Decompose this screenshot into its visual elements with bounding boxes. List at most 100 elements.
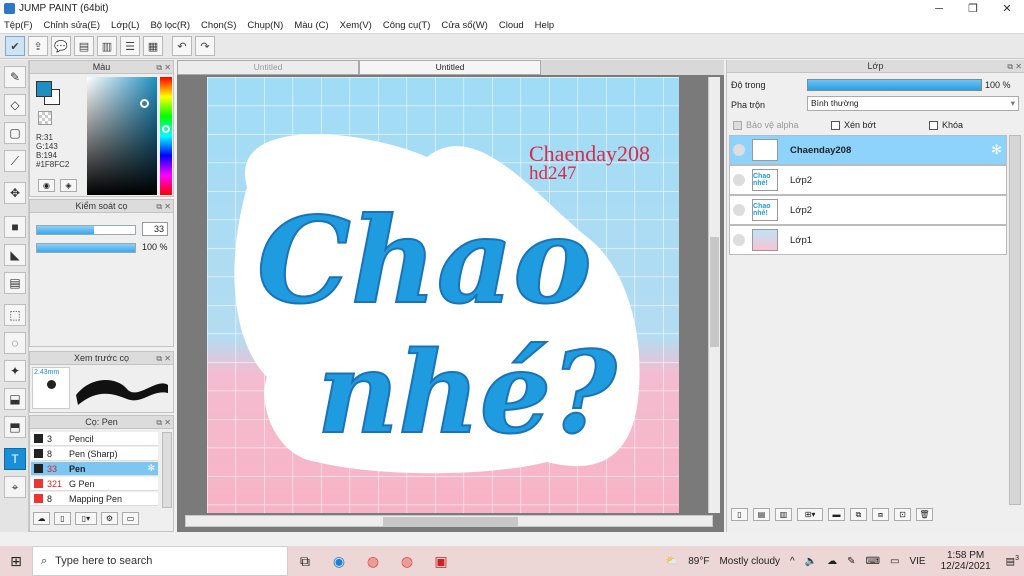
brush-size-input[interactable]: 33 — [142, 222, 168, 236]
brush-opacity-slider[interactable] — [36, 243, 136, 253]
layer-visibility-icon[interactable] — [733, 174, 745, 186]
close-button[interactable]: ✕ — [990, 0, 1024, 17]
vertical-scrollbar[interactable] — [708, 77, 720, 513]
menu-edit[interactable]: Chỉnh sửa(E) — [44, 20, 101, 31]
brush-size-slider[interactable] — [36, 225, 136, 235]
brush-list-scrollbar[interactable] — [162, 432, 172, 508]
marquee-tool-icon[interactable]: ⬚ — [4, 304, 26, 326]
weather-icon[interactable]: ⛅ — [666, 556, 678, 567]
layer-row[interactable]: Lớp1 — [729, 225, 1007, 255]
pen-tray-icon[interactable]: ✎ — [847, 556, 855, 567]
palette-icon[interactable]: ◉ — [38, 179, 55, 192]
new-layer-icon[interactable]: ▯ — [731, 508, 748, 521]
gradient-tool-icon[interactable]: ▤ — [4, 272, 26, 294]
color-mixer-icon[interactable]: ◈ — [60, 179, 77, 192]
export-icon[interactable]: ⇪ — [28, 36, 48, 56]
hue-slider[interactable] — [160, 77, 172, 195]
panel-close-icon[interactable]: ⧉ ✕ — [156, 62, 171, 74]
grid-icon[interactable]: ▦ — [143, 36, 163, 56]
menu-capture[interactable]: Chụp(N) — [247, 20, 283, 31]
brush-cloud-icon[interactable]: ☁ — [33, 512, 50, 525]
menu-window[interactable]: Cửa sổ(W) — [441, 20, 487, 31]
delete-layer-icon[interactable]: 🗑 — [916, 508, 933, 521]
layer-visibility-icon[interactable] — [733, 204, 745, 216]
protect-alpha-option[interactable]: Bảo vệ alpha — [733, 120, 799, 130]
merge-layer-icon[interactable]: ⧈ — [872, 508, 889, 521]
menu-select[interactable]: Chọn(S) — [201, 20, 236, 31]
jump-paint-app-icon[interactable]: ▣ — [424, 546, 458, 576]
task-view-icon[interactable]: ⧉ — [288, 546, 322, 576]
lock-checkbox[interactable] — [929, 120, 938, 130]
layer-row-selected[interactable]: Chaenday208 ✻ — [729, 135, 1007, 165]
menu-layer[interactable]: Lớp(L) — [111, 20, 139, 31]
brush-menu-icon[interactable]: ▯▾ — [75, 512, 97, 525]
menu-filter[interactable]: Bộ lọc(R) — [150, 20, 190, 31]
move-tool-icon[interactable]: ✥ — [4, 182, 26, 204]
redo-icon[interactable]: ↷ — [195, 36, 215, 56]
layer-visibility-icon[interactable] — [733, 234, 745, 246]
chrome-profile-icon[interactable]: ◍ — [390, 546, 424, 576]
clear-layer-icon[interactable]: ⊡ — [894, 508, 911, 521]
layer-visibility-icon[interactable] — [733, 144, 745, 156]
chevron-up-icon[interactable]: ^ — [790, 556, 795, 567]
brush-tool-icon[interactable]: ✎ — [4, 66, 26, 88]
fill-rect-tool-icon[interactable]: ■ — [4, 216, 26, 238]
menu-help[interactable]: Help — [535, 20, 555, 31]
menu-file[interactable]: Tệp(F) — [4, 20, 33, 31]
edge-browser-icon[interactable]: ◉ — [322, 546, 356, 576]
list-icon[interactable]: ☰ — [120, 36, 140, 56]
document-icon[interactable]: ▥ — [97, 36, 117, 56]
horizontal-scroll-thumb[interactable] — [383, 517, 518, 526]
brush-item[interactable]: 3 Pencil — [31, 432, 158, 446]
brush-item-selected[interactable]: 33 Pen ✻ — [31, 462, 158, 476]
cloud-icon[interactable]: ☁ — [827, 556, 837, 567]
transparent-swatch[interactable] — [38, 111, 52, 125]
layer-folder-icon[interactable]: ▬ — [828, 508, 845, 521]
chrome-icon[interactable]: ◍ — [356, 546, 390, 576]
windows-start-icon[interactable]: ⊞ — [0, 546, 32, 576]
tab-untitled-1[interactable]: Untitled — [177, 60, 359, 75]
clipping-option[interactable]: Xén bớt — [831, 120, 876, 130]
select-eraser-tool-icon[interactable]: ⬒ — [4, 416, 26, 438]
menu-cloud[interactable]: Cloud — [499, 20, 524, 31]
clock[interactable]: 1:58 PM 12/24/2021 — [936, 550, 996, 572]
blend-mode-select[interactable]: Bình thường ▾ — [807, 96, 1019, 111]
minimize-button[interactable]: ─ — [922, 0, 956, 17]
new-brush-icon[interactable]: ▯ — [54, 512, 71, 525]
menu-color[interactable]: Màu (C) — [294, 20, 328, 31]
language-indicator[interactable]: VIE — [909, 556, 925, 567]
select-pen-tool-icon[interactable]: ⬓ — [4, 388, 26, 410]
drawing-canvas[interactable]: Chaenday208 hd247 Chao nhé? — [207, 77, 679, 513]
maximize-button[interactable]: ❐ — [956, 0, 990, 17]
operation-tool-icon[interactable]: ⌖ — [4, 476, 26, 498]
lock-option[interactable]: Khóa — [929, 120, 963, 130]
lasso-tool-icon[interactable]: ◌ — [4, 332, 26, 354]
clipping-checkbox[interactable] — [831, 120, 840, 130]
layer-opacity-slider[interactable] — [807, 79, 982, 91]
volume-icon[interactable]: 🔈 — [805, 556, 817, 567]
hue-cursor[interactable] — [162, 125, 170, 133]
layer-list-scrollbar[interactable] — [1009, 135, 1021, 505]
vertical-scroll-thumb[interactable] — [710, 237, 719, 347]
panel-close-icon[interactable]: ⧉ ✕ — [156, 201, 171, 213]
saturation-value-picker[interactable] — [87, 77, 157, 195]
brush-item[interactable]: 8 Mapping Pen — [31, 492, 158, 506]
foreground-color-swatch[interactable] — [36, 81, 52, 97]
duplicate-layer-icon[interactable]: ⧉ — [850, 508, 867, 521]
keyboard-icon[interactable]: ⌨ — [866, 556, 880, 567]
gear-icon[interactable]: ✻ — [147, 463, 155, 474]
panel-close-icon[interactable]: ⧉ ✕ — [156, 417, 171, 429]
brush-settings-icon[interactable]: ⚙ — [101, 512, 118, 525]
brush-item[interactable]: 8 Pen (Sharp) — [31, 447, 158, 461]
gear-icon[interactable]: ✻ — [991, 142, 1002, 158]
magic-wand-tool-icon[interactable]: ✦ — [4, 360, 26, 382]
layer-row[interactable]: Chao nhé! Lớp2 — [729, 165, 1007, 195]
eraser-tool-icon[interactable]: ◇ — [4, 94, 26, 116]
panel-close-icon[interactable]: ⧉ ✕ — [1007, 61, 1022, 73]
network-icon[interactable]: ▭ — [890, 556, 899, 567]
undo-icon[interactable]: ↶ — [172, 36, 192, 56]
notification-icon[interactable]: ▤3 — [1006, 555, 1019, 567]
taskbar-search[interactable]: ⌕ Type here to search — [32, 546, 288, 576]
tab-untitled-2[interactable]: Untitled — [359, 60, 541, 75]
sv-cursor[interactable] — [140, 99, 149, 108]
